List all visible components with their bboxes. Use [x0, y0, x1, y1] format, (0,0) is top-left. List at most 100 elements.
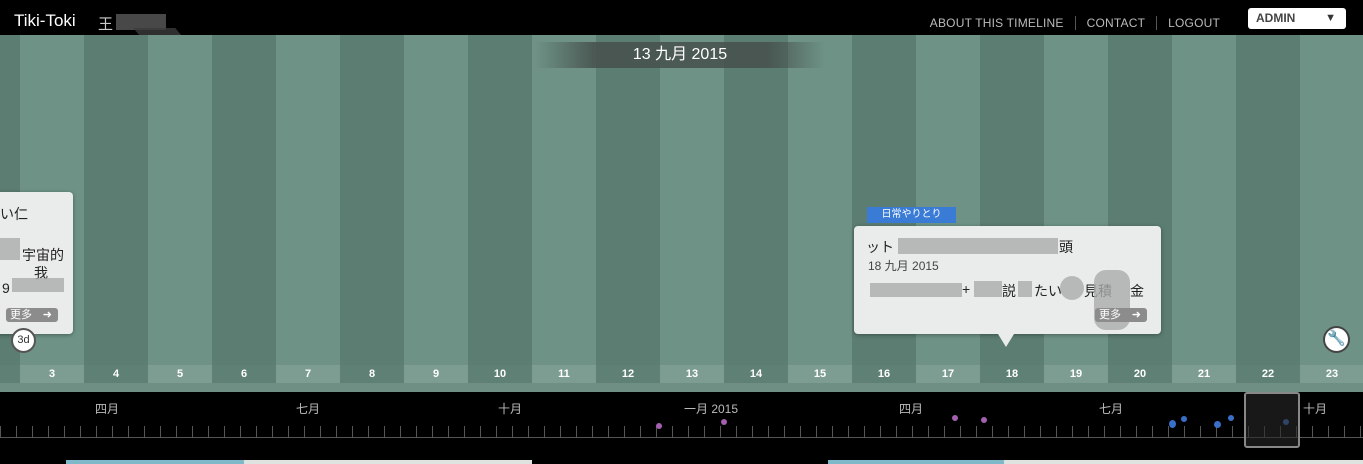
- arrow-right-icon: ➜: [1131, 309, 1141, 321]
- day-column: [1108, 35, 1172, 392]
- day-column: [340, 35, 404, 392]
- admin-dropdown[interactable]: ADMIN ▼: [1248, 8, 1346, 29]
- event-card-left-line-1: い仁: [0, 206, 28, 222]
- day-column: [724, 35, 788, 392]
- day-label: 13: [685, 368, 699, 380]
- day-column: [1236, 35, 1300, 392]
- more-button[interactable]: 更多 ➜: [6, 308, 58, 322]
- top-nav: ABOUT THIS TIMELINE CONTACT LOGOUT: [919, 16, 1231, 30]
- mini-month-label: 七月: [1099, 402, 1124, 416]
- wrench-icon[interactable]: 🔧: [1323, 326, 1350, 353]
- day-label: 20: [1108, 365, 1172, 383]
- day-label: 23: [1325, 368, 1339, 380]
- day-scale: 3 4 5 6 7 8 9 10 11 12 13 14 15 16 17 18 19 20 21 22 23: [0, 365, 1363, 383]
- mini-timeline[interactable]: 四月 七月 十月 一月 2015 四月 七月 十月: [0, 392, 1363, 464]
- event-marker[interactable]: [1169, 420, 1176, 428]
- more-button[interactable]: 更多 ➜: [1095, 308, 1147, 322]
- event-card-left-line-2: 宇宙的: [22, 247, 64, 263]
- event-card-left-line-4: 9: [2, 280, 10, 296]
- day-label: 19: [1069, 368, 1083, 380]
- day-column: [148, 35, 212, 392]
- day-label: 5: [176, 368, 184, 380]
- day-column: [596, 35, 660, 392]
- day-column: [468, 35, 532, 392]
- mini-month-label: 四月: [95, 402, 120, 416]
- top-bar: Tiki-Toki 王 ABOUT THIS TIMELINE CONTACT …: [0, 0, 1363, 44]
- event-marker[interactable]: [721, 419, 727, 425]
- redacted-body: [1018, 281, 1032, 297]
- mini-month-label: 十月: [1303, 402, 1328, 416]
- event-card-title-start: ット: [866, 239, 894, 255]
- day-label: 11: [558, 368, 570, 380]
- day-column: [532, 35, 596, 392]
- event-card-body-3: たい: [1034, 283, 1062, 299]
- day-label: 22: [1236, 365, 1300, 383]
- app-title[interactable]: Tiki-Toki: [14, 11, 76, 31]
- nav-contact[interactable]: CONTACT: [1074, 16, 1157, 30]
- day-label: 12: [596, 365, 660, 383]
- event-card-title-end: 頭: [1059, 239, 1073, 255]
- day-column: [788, 35, 852, 392]
- redacted-body: [1060, 276, 1084, 300]
- event-card-left[interactable]: い仁 宇宙的 我 9 更多 ➜: [0, 192, 73, 334]
- user-name: 王: [98, 16, 114, 33]
- day-label: 16: [852, 365, 916, 383]
- day-column: [1172, 35, 1236, 392]
- event-marker[interactable]: [981, 417, 987, 423]
- mini-baseline: [0, 437, 1363, 438]
- day-label: 18: [980, 365, 1044, 383]
- day-label: 17: [941, 368, 955, 380]
- event-marker[interactable]: [952, 415, 958, 421]
- more-button-label: 更多: [10, 309, 32, 321]
- event-card-main[interactable]: ット 頭 18 九月 2015 + 説 たい 見積 金 更多➜: [854, 226, 1161, 334]
- day-column: [212, 35, 276, 392]
- day-column: [1044, 35, 1108, 392]
- mini-month-label: 一月 2015: [684, 402, 739, 416]
- chevron-down-icon: ▼: [1325, 12, 1336, 24]
- day-scale-base: [0, 383, 1363, 392]
- day-column: [84, 35, 148, 392]
- event-marker[interactable]: [1214, 421, 1221, 428]
- redacted-title: [898, 238, 1058, 254]
- day-label: 7: [304, 368, 312, 380]
- day-label: 14: [724, 365, 788, 383]
- day-column: [404, 35, 468, 392]
- redacted-body: [870, 283, 962, 297]
- card-pointer: [998, 334, 1014, 347]
- redacted-text: [0, 238, 20, 260]
- arrow-right-icon: ➜: [42, 309, 52, 321]
- day-label: 21: [1197, 368, 1211, 380]
- bottom-scrollbar-left: [66, 460, 532, 464]
- event-card-date: 18 九月 2015: [868, 259, 939, 273]
- category-tag[interactable]: 日常やりとり: [867, 207, 956, 223]
- redacted-text: [12, 278, 64, 292]
- day-label: 15: [813, 368, 827, 380]
- mini-month-label: 七月: [296, 402, 321, 416]
- day-label: 4: [84, 365, 148, 383]
- event-marker[interactable]: [1181, 416, 1187, 422]
- day-column: [276, 35, 340, 392]
- bottom-scrollbar-right: [828, 460, 1363, 464]
- current-date-banner: 13 九月 2015: [535, 42, 825, 68]
- mini-viewport-handle[interactable]: [1244, 392, 1300, 448]
- day-label: 3: [48, 368, 56, 380]
- event-marker[interactable]: [1228, 415, 1234, 421]
- redacted-body: [974, 281, 1002, 297]
- event-card-body-2: 説: [1002, 283, 1016, 299]
- day-label: [0, 365, 20, 383]
- day-label: 8: [340, 365, 404, 383]
- mini-month-label: 四月: [899, 402, 924, 416]
- event-marker[interactable]: [656, 423, 662, 429]
- event-card-body-5: 金: [1130, 283, 1144, 299]
- day-label: 10: [468, 365, 532, 383]
- admin-dropdown-label: ADMIN: [1256, 11, 1296, 25]
- timeline-main[interactable]: 13 九月 2015 い仁 宇宙的 我 9 更多 ➜ 日常やりとり ット 頭 18…: [0, 35, 1363, 392]
- event-card-body-1: +: [962, 281, 971, 297]
- nav-about-timeline[interactable]: ABOUT THIS TIMELINE: [919, 16, 1075, 30]
- day-label: 9: [432, 368, 440, 380]
- zoom-level-button[interactable]: 3d: [11, 328, 36, 353]
- day-column: [660, 35, 724, 392]
- mini-month-label: 十月: [498, 402, 523, 416]
- nav-logout[interactable]: LOGOUT: [1156, 16, 1231, 30]
- day-label: 6: [212, 365, 276, 383]
